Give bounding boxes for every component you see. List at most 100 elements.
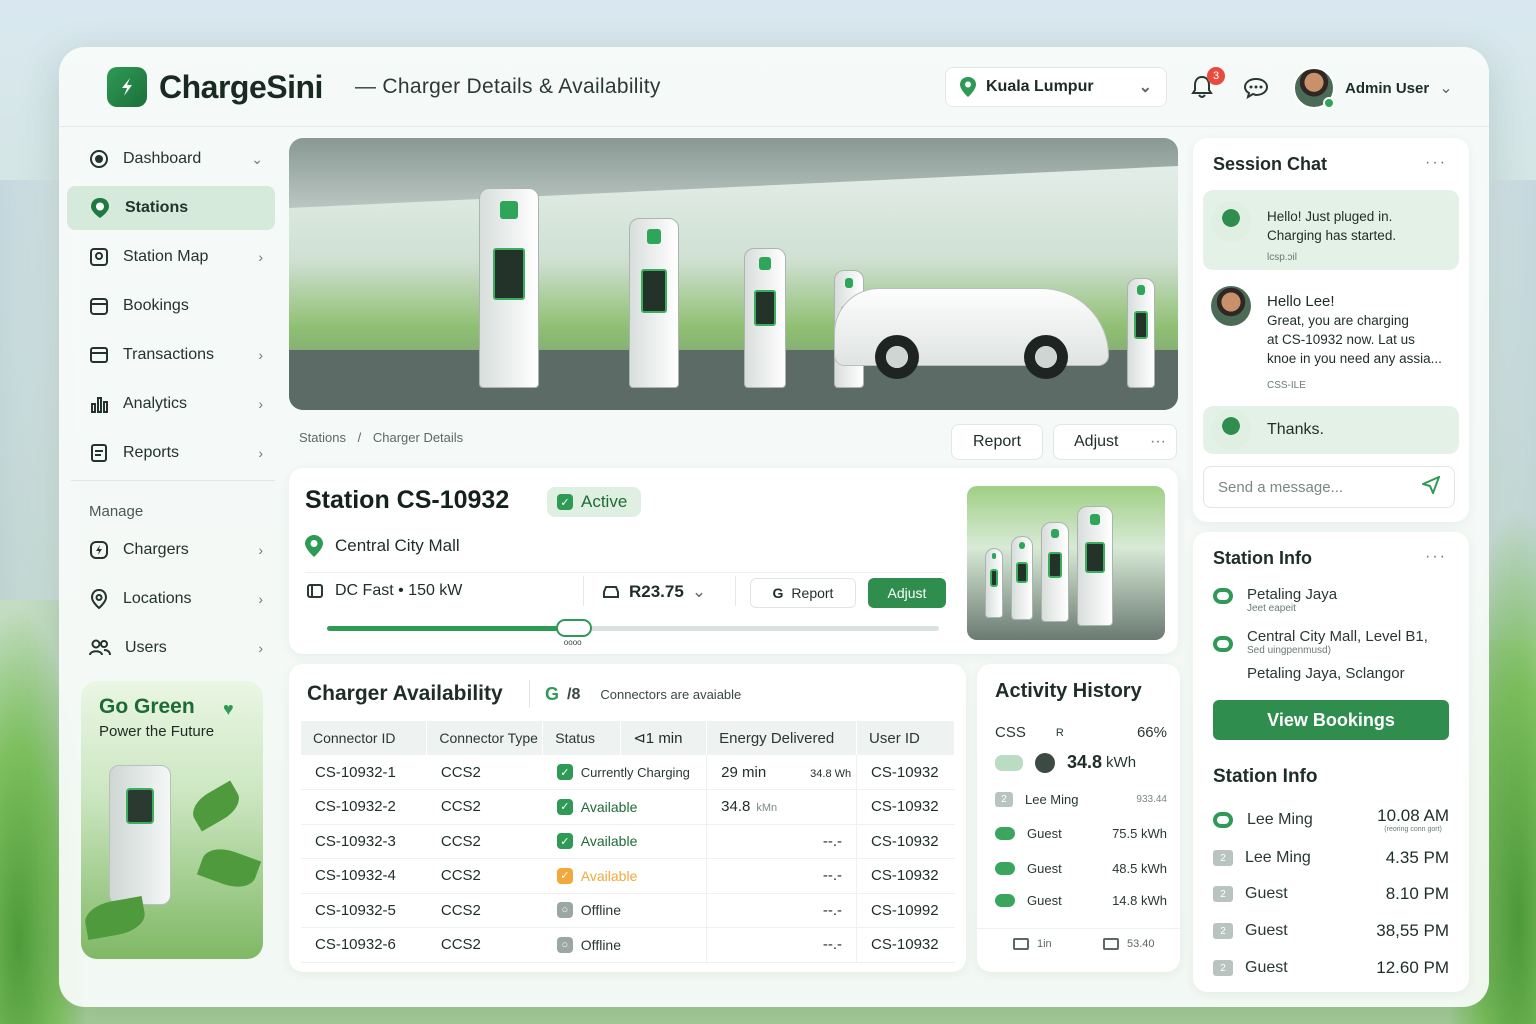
user-avatar-icon (1211, 202, 1251, 242)
sidebar-item-stations[interactable]: Stations (67, 186, 275, 230)
chat-message: Hello Lee! Great, you are charging at CS… (1203, 280, 1459, 394)
charger-type: DC Fast • 150 kW (307, 582, 462, 600)
top-bar: ChargeSini — Charger Details & Availabil… (59, 47, 1489, 127)
activity-footer-right: 53.40 (1103, 938, 1155, 950)
more-options-icon[interactable]: ··· (1425, 548, 1447, 566)
check-icon: ✓ (556, 798, 573, 815)
column-header[interactable]: Connector Type (426, 721, 544, 755)
cell-id: CS-10932-4 (301, 858, 427, 894)
check-ring-icon (1213, 811, 1233, 828)
booking-row[interactable]: 2 Guest 12.60 PM (1213, 958, 1449, 978)
table-row[interactable]: CS-10932-2 CCS2 ✓ Available 34.8 kMn CS-10932 (301, 789, 955, 825)
footer-left-value: 1in (1037, 938, 1052, 950)
activity-value: 14.8 kWh (1112, 893, 1167, 908)
cell-id: CS-10932-5 (301, 893, 427, 928)
status-badge: ✓ Active (547, 487, 642, 517)
booking-row[interactable]: Lee Ming 10.08 AM (reoring conn gort) (1213, 806, 1449, 833)
station-report-button[interactable]: G Report (750, 578, 856, 608)
charge-slider[interactable]: oooo (327, 619, 939, 647)
table-row[interactable]: CS-10932-3 CCS2 ✓ Available --.- CS-10932 (301, 824, 955, 859)
chevron-right-icon: › (258, 396, 263, 412)
energy-value: 34.8 Wh (810, 767, 852, 780)
activity-row[interactable]: Guest 14.8 kWh (995, 893, 1167, 908)
activity-name: Guest (1027, 826, 1062, 841)
chat-bubble-icon[interactable] (1243, 77, 1269, 104)
cell-type: CCS2 (426, 824, 543, 859)
activity-row[interactable]: Guest 75.5 kWh (995, 826, 1167, 841)
booking-row[interactable]: 2 Guest 38,55 PM (1213, 921, 1449, 941)
logo[interactable]: ChargeSini (107, 67, 323, 107)
go-green-promo[interactable]: Go Green ♥ Power the Future (81, 681, 263, 959)
more-options-icon[interactable]: ··· (1425, 154, 1447, 172)
column-header[interactable]: Connector ID (301, 721, 428, 755)
cell-energy: --.- (706, 858, 858, 894)
sidebar-item-chargers[interactable]: Chargers › (67, 528, 275, 572)
activity-row[interactable]: 2 Lee Ming 933.44 (995, 792, 1167, 807)
adjust-button[interactable]: Adjust ··· (1053, 424, 1177, 460)
view-bookings-button[interactable]: View Bookings (1213, 700, 1449, 740)
column-header[interactable]: ⊲1 min (620, 721, 708, 755)
location-value: Kuala Lumpur (986, 78, 1094, 95)
booking-name: Lee Ming (1247, 810, 1313, 828)
booking-row[interactable]: 2 Guest 8.10 PM (1213, 884, 1449, 904)
availability-title: Charger Availability (307, 682, 503, 705)
table-row[interactable]: CS-10932-6 CCS2 ○ Offline --.- CS-10932 (301, 927, 955, 963)
price-selector[interactable]: R23.75 ⌄ (601, 582, 706, 602)
report-icon (91, 444, 107, 462)
booking-time-value: 12.60 PM (1376, 958, 1449, 977)
message-time: CSS-ILE (1267, 380, 1306, 391)
rank-badge: 2 (1213, 850, 1233, 866)
column-header[interactable]: Energy Delivered (706, 721, 858, 755)
station-pin-icon (91, 198, 109, 218)
dashboard-icon (90, 150, 108, 168)
column-header[interactable]: Status (542, 721, 622, 755)
sidebar-item-transactions[interactable]: Transactions › (67, 333, 275, 377)
sidebar-item-reports[interactable]: Reports › (67, 431, 275, 475)
table-row[interactable]: CS-10932-5 CCS2 ○ Offline --.- CS-10992 (301, 893, 955, 928)
charger-unit (629, 218, 679, 388)
cell-status: ○ Offline (542, 927, 707, 963)
cell-user: CS-10932 (856, 927, 955, 963)
message-time: lcsp.ɔil (1267, 252, 1298, 263)
session-icon (995, 894, 1015, 907)
station-adjust-button[interactable]: Adjust (868, 578, 946, 608)
sidebar-item-analytics[interactable]: Analytics › (67, 382, 275, 426)
location-select[interactable]: Kuala Lumpur ⌄ (945, 67, 1167, 107)
rank-badge: 2 (995, 792, 1013, 807)
station-info-title-2: Station Info (1213, 766, 1318, 787)
station-card: Station CS-10932 ✓ Active Central City M… (289, 468, 1178, 654)
session-chat-card: Session Chat ··· Hello! Just pluged in. … (1193, 138, 1469, 522)
sidebar-item-station-map[interactable]: Station Map › (67, 235, 275, 279)
sidebar-item-dashboard[interactable]: Dashboard ⌄ (67, 137, 275, 181)
booking-time-value: 10.08 AM (1377, 806, 1449, 825)
station-thumbnail[interactable] (967, 486, 1165, 640)
activity-title: Activity History (995, 680, 1142, 702)
table-row[interactable]: CS-10932-4 CCS2 ✓ Available --.- CS-10932 (301, 858, 955, 894)
charger-illustration (109, 765, 171, 905)
more-options-icon[interactable]: ··· (1150, 433, 1166, 451)
separator (583, 576, 584, 606)
activity-card: Activity History CSS R 66% 34.8 kWh 2 Lee… (977, 664, 1180, 972)
logo-mark-icon (107, 67, 147, 107)
send-icon[interactable] (1420, 475, 1441, 498)
cell-type: CCS2 (426, 927, 543, 963)
sidebar-item-locations[interactable]: Locations › (67, 577, 275, 621)
chevron-right-icon: › (258, 640, 263, 656)
booking-time-value: 38,55 PM (1376, 921, 1449, 940)
location-pin-icon (305, 535, 323, 557)
user-menu[interactable]: Admin User ⌄ (1293, 67, 1453, 109)
slider-thumb[interactable] (555, 619, 592, 637)
battery-icon (307, 584, 323, 598)
message-input[interactable]: Send a message... (1203, 466, 1455, 508)
breadcrumb-root[interactable]: Stations (299, 430, 346, 445)
activity-row[interactable]: Guest 48.5 kWh (995, 861, 1167, 876)
cell-type: CCS2 (426, 858, 543, 894)
booking-row[interactable]: 2 Lee Ming 4.35 PM (1213, 848, 1449, 868)
sidebar-item-users[interactable]: Users › (67, 626, 275, 670)
table-row[interactable]: CS-10932-1 CCS2 ✓ Currently Charging 29 min 3… (301, 755, 955, 790)
sidebar-item-bookings[interactable]: Bookings (67, 284, 275, 328)
report-button[interactable]: Report (951, 424, 1043, 460)
message-line: Charging has started. (1267, 228, 1397, 243)
session-icon (995, 827, 1015, 840)
column-header[interactable]: User ID (856, 721, 955, 755)
